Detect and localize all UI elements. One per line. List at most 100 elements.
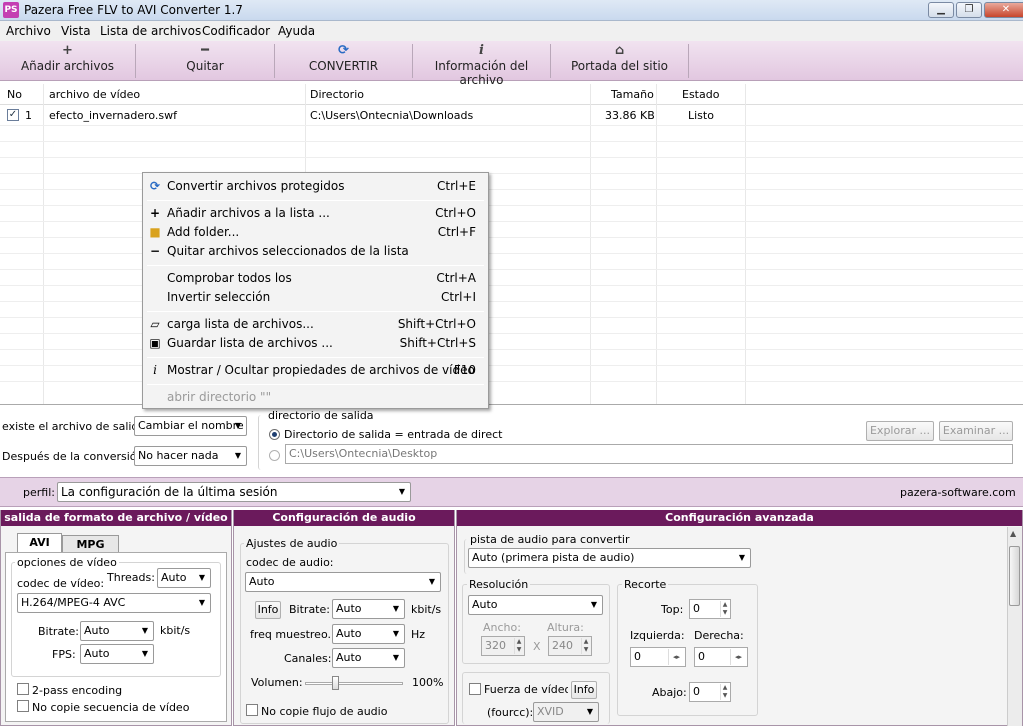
menu-toggle-properties[interactable]: Mostrar / Ocultar propiedades de archivo…	[167, 363, 475, 377]
volume-slider-thumb[interactable]	[332, 676, 340, 690]
no-copy-video-checkbox[interactable]	[17, 700, 29, 712]
scroll-up-icon[interactable]: ▲	[1010, 529, 1016, 538]
crop-bottom-value: 0	[693, 685, 700, 698]
file-info-button[interactable]: i Información del archivo	[413, 43, 550, 87]
volume-slider-track[interactable]	[305, 682, 403, 685]
fourcc-info-button[interactable]: Info	[571, 681, 597, 699]
channels-select[interactable]: Auto ▼	[332, 648, 405, 668]
column-no[interactable]: No	[7, 88, 22, 101]
remove-button[interactable]: ━ Quitar	[136, 43, 274, 79]
chevron-down-icon: ▼	[586, 707, 594, 716]
menu-check-all[interactable]: Comprobar todos los	[167, 271, 292, 285]
resolution-value: Auto	[472, 598, 498, 611]
menu-codificador[interactable]: Codificador	[202, 24, 270, 38]
add-files-button[interactable]: + Añadir archivos	[0, 43, 135, 79]
menu-save-list[interactable]: Guardar lista de archivos ...	[167, 336, 333, 350]
format-panel-title: salida de formato de archivo / vídeo	[1, 510, 231, 526]
threads-select[interactable]: Auto ▼	[157, 568, 211, 588]
menu-convert-protected[interactable]: Convertir archivos protegidos	[167, 179, 344, 193]
fourcc-select[interactable]: XVID ▼	[533, 702, 599, 722]
profile-label: perfil:	[23, 486, 55, 499]
height-label: Altura:	[547, 621, 584, 634]
crop-right-value: 0	[698, 650, 705, 663]
exists-select[interactable]: Cambiar el nombre ▼	[134, 416, 247, 436]
column-file[interactable]: archivo de vídeo	[49, 88, 140, 101]
examine-button[interactable]: Examinar ...	[939, 421, 1013, 441]
custom-dir-input[interactable]: C:\Users\Ontecnia\Desktop	[285, 444, 1013, 464]
menu-remove-selected[interactable]: Quitar archivos seleccionados de la list…	[167, 244, 409, 258]
video-codec-label: codec de vídeo:	[17, 577, 105, 590]
volume-label: Volumen:	[251, 676, 303, 689]
column-status[interactable]: Estado	[682, 88, 719, 101]
spinner-icon: ▲ ▼	[581, 638, 590, 654]
fps-select[interactable]: Auto ▼	[80, 644, 154, 664]
chevron-down-icon: ▼	[141, 649, 149, 658]
spinner-icon: ▲ ▼	[720, 601, 729, 617]
audio-info-button[interactable]: Info	[255, 601, 281, 619]
minus-icon: ━	[201, 43, 209, 58]
tab-avi[interactable]: AVI	[17, 533, 62, 553]
close-button[interactable]: ✕	[984, 2, 1023, 18]
video-bitrate-label: Bitrate:	[38, 625, 79, 638]
sample-rate-unit: Hz	[411, 628, 426, 641]
spinner-icon: ▲ ▼	[514, 638, 523, 654]
menu-add-files[interactable]: Añadir archivos a la lista ...	[167, 206, 330, 220]
shortcut-shift-ctrl-o: Shift+Ctrl+O	[397, 317, 476, 331]
fps-value: Auto	[84, 647, 110, 660]
threads-label: Threads:	[107, 571, 155, 584]
audio-bitrate-select[interactable]: Auto ▼	[332, 599, 405, 619]
no-copy-video-label: No copie secuencia de vídeo	[32, 701, 190, 714]
crop-right-input[interactable]: 0 ◂▸	[694, 647, 748, 667]
profile-select[interactable]: La configuración de la última sesión ▼	[57, 482, 411, 502]
browse-button[interactable]: Explorar ...	[866, 421, 934, 441]
menu-ayuda[interactable]: Ayuda	[278, 24, 315, 38]
custom-dir-radio[interactable]	[269, 450, 280, 461]
crop-left-input[interactable]: 0 ◂▸	[630, 647, 686, 667]
menu-load-list[interactable]: carga lista de archivos...	[167, 317, 314, 331]
remove-label: Quitar	[186, 59, 224, 73]
menu-archivo[interactable]: Archivo	[6, 24, 51, 38]
audio-track-select[interactable]: Auto (primera pista de audio) ▼	[468, 548, 751, 568]
force-fourcc-checkbox[interactable]	[469, 683, 481, 695]
site-link[interactable]: pazera-software.com	[900, 486, 1016, 499]
menu-open-directory[interactable]: abrir directorio ""	[167, 390, 271, 404]
after-conversion-select[interactable]: No hacer nada ▼	[134, 446, 247, 466]
tab-mpg[interactable]: MPG	[62, 535, 119, 553]
row-status: Listo	[688, 109, 714, 122]
width-input[interactable]: 320 ▲ ▼	[481, 636, 525, 656]
video-codec-select[interactable]: H.264/MPEG-4 AVC ▼	[17, 593, 211, 613]
no-copy-audio-checkbox[interactable]	[246, 704, 258, 716]
same-dir-radio[interactable]	[269, 429, 280, 440]
row-checkbox[interactable]: ✓	[7, 109, 19, 121]
maximize-button[interactable]: ❐	[956, 2, 982, 18]
chevron-down-icon: ▼	[234, 451, 242, 460]
column-directory[interactable]: Directorio	[310, 88, 364, 101]
height-input[interactable]: 240 ▲ ▼	[548, 636, 592, 656]
video-bitrate-select[interactable]: Auto ▼	[80, 621, 154, 641]
menu-lista-de-archivos[interactable]: Lista de archivos	[100, 24, 201, 38]
window-title: Pazera Free FLV to AVI Converter 1.7	[24, 3, 243, 17]
menu-vista[interactable]: Vista	[61, 24, 91, 38]
home-page-button[interactable]: ⌂ Portada del sitio	[551, 43, 688, 79]
resolution-select[interactable]: Auto ▼	[468, 595, 603, 615]
menu-invert-selection[interactable]: Invertir selección	[167, 290, 270, 304]
shortcut-ctrl-a: Ctrl+A	[436, 271, 476, 285]
audio-codec-select[interactable]: Auto ▼	[245, 572, 441, 592]
two-pass-checkbox[interactable]	[17, 683, 29, 695]
audio-settings-title: Ajustes de audio	[244, 537, 340, 550]
convert-button[interactable]: ⟳ CONVERTIR	[275, 43, 412, 79]
exists-select-value: Cambiar el nombre	[138, 419, 244, 432]
crop-bottom-input[interactable]: 0 ▲ ▼	[689, 682, 731, 702]
crop-right-label: Derecha:	[694, 629, 744, 642]
sample-rate-select[interactable]: Auto ▼	[332, 624, 405, 644]
menu-add-folder[interactable]: Add folder...	[167, 225, 239, 239]
row-file-name[interactable]: efecto_invernadero.swf	[49, 109, 177, 122]
spinner-icon: ▲ ▼	[720, 684, 729, 700]
chevron-down-icon: ▼	[392, 604, 400, 613]
column-size[interactable]: Tamaño	[611, 88, 654, 101]
minimize-button[interactable]: ▁	[928, 2, 954, 18]
sample-rate-label: freq muestreo.:	[250, 628, 335, 641]
crop-left-label: Izquierda:	[630, 629, 685, 642]
scrollbar-thumb[interactable]	[1009, 546, 1020, 606]
crop-top-input[interactable]: 0 ▲ ▼	[689, 599, 731, 619]
